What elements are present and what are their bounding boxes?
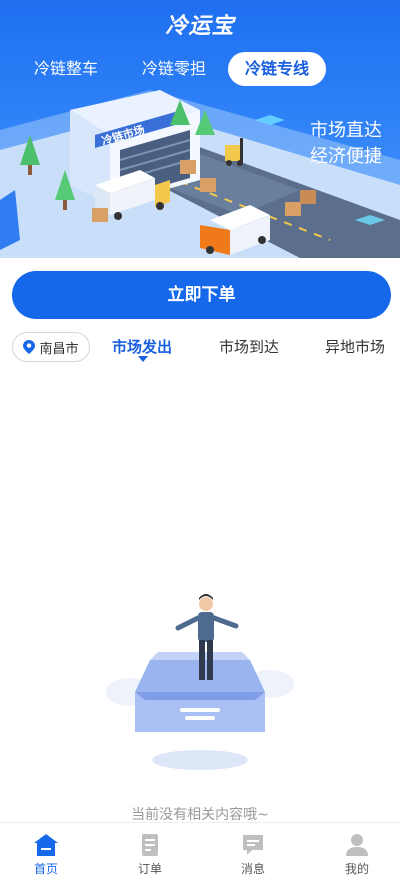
bottom-navigation: 首页 订单 消息 我的 xyxy=(0,822,400,880)
tab-market-arrival[interactable]: 市场到达 xyxy=(219,334,279,360)
nav-home[interactable]: 首页 xyxy=(11,833,81,877)
active-tab-indicator xyxy=(138,356,148,362)
nav-messages[interactable]: 消息 xyxy=(218,833,288,877)
nav-profile[interactable]: 我的 xyxy=(322,833,392,877)
app-title: 冷运宝 xyxy=(165,14,235,39)
header-banner: 冷运宝 冷链整车 冷链零担 冷链专线 冷链市场 市场直达 经济便捷 xyxy=(0,0,400,258)
empty-box-illustration xyxy=(106,594,294,770)
profile-icon xyxy=(346,834,368,856)
location-city: 南昌市 xyxy=(39,341,79,357)
tab-other-market[interactable]: 异地市场 xyxy=(325,334,385,360)
banner-slogan-line2: 经济便捷 xyxy=(310,146,382,167)
banner-slogan: 市场直达 经济便捷 xyxy=(310,118,382,170)
nav-orders-label: 订单 xyxy=(137,862,162,876)
tab-less-than-truckload[interactable]: 冷链零担 xyxy=(124,52,224,86)
order-icon xyxy=(142,834,158,856)
tab-whole-vehicle[interactable]: 冷链整车 xyxy=(20,52,112,86)
location-selector[interactable]: 南昌市 xyxy=(12,332,90,362)
message-icon xyxy=(243,835,263,855)
place-order-button[interactable]: 立即下单 xyxy=(12,271,391,319)
nav-home-label: 首页 xyxy=(33,862,58,876)
location-pin-icon xyxy=(23,340,36,354)
banner-slogan-line1: 市场直达 xyxy=(310,120,382,141)
nav-orders[interactable]: 订单 xyxy=(115,833,185,877)
nav-profile-label: 我的 xyxy=(344,862,369,876)
empty-state-message: 当前没有相关内容哦~ xyxy=(131,807,269,823)
cold-chain-warehouse-illustration: 冷链市场 xyxy=(0,90,400,258)
service-tabs: 冷链整车 冷链零担 冷链专线 xyxy=(0,52,400,86)
home-icon xyxy=(34,834,58,856)
nav-messages-label: 消息 xyxy=(240,862,265,876)
tab-dedicated-line[interactable]: 冷链专线 xyxy=(228,52,326,86)
